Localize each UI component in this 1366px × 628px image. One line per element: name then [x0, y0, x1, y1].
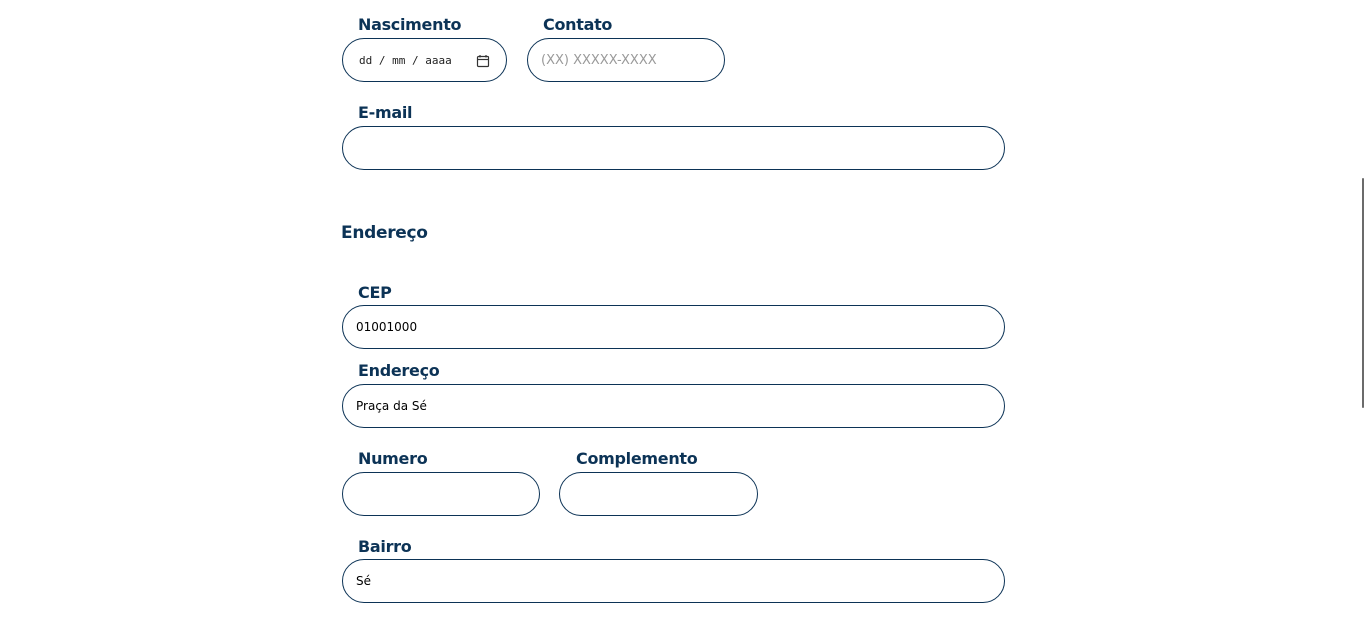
- cep-input[interactable]: [342, 305, 1005, 349]
- registration-form-page: Nascimento dd / mm / aaaa Contato E-mail…: [0, 0, 1366, 628]
- page-scrollbar[interactable]: [1362, 178, 1364, 408]
- nascimento-date-input[interactable]: dd / mm / aaaa: [342, 38, 507, 82]
- complemento-input[interactable]: [559, 472, 758, 516]
- bairro-label: Bairro: [358, 537, 412, 556]
- date-placeholder: dd / mm / aaaa: [359, 53, 452, 67]
- contato-input[interactable]: [527, 38, 725, 82]
- email-label: E-mail: [358, 103, 413, 122]
- bairro-input[interactable]: [342, 559, 1005, 603]
- endereco-label: Endereço: [358, 361, 440, 380]
- numero-label: Numero: [358, 449, 428, 468]
- complemento-label: Complemento: [576, 449, 698, 468]
- endereco-input[interactable]: [342, 384, 1005, 428]
- calendar-icon[interactable]: [476, 53, 490, 68]
- contato-label: Contato: [543, 15, 613, 34]
- nascimento-label: Nascimento: [358, 15, 462, 34]
- email-input[interactable]: [342, 126, 1005, 170]
- cep-label: CEP: [358, 283, 392, 302]
- numero-input[interactable]: [342, 472, 540, 516]
- endereco-section-title: Endereço: [341, 223, 428, 243]
